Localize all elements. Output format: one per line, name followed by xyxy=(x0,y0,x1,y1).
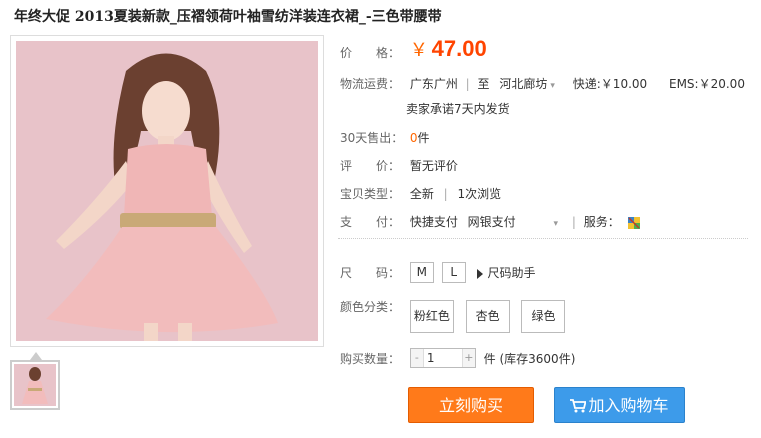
payment-method-quick: 快捷支付 xyxy=(409,215,458,229)
add-to-cart-label: 加入购物车 xyxy=(588,396,669,415)
shipping-promise: 卖家承诺7天内发货 xyxy=(406,102,510,116)
sold-row: 30天售出： 0件 xyxy=(340,129,429,146)
buy-now-button[interactable]: 立刻购买 xyxy=(408,387,534,423)
review-value: 暂无评价 xyxy=(409,159,458,173)
shipping-to-label: 至 xyxy=(477,77,490,91)
price-label: 价 格： xyxy=(340,46,401,60)
express-fee: 快递:￥10.00 xyxy=(572,77,648,91)
shipping-destination-select[interactable]: 河北廊坊 ▾ xyxy=(499,77,555,91)
shipping-separator: | xyxy=(465,77,470,91)
quantity-input[interactable]: 1 xyxy=(427,350,435,367)
service-label: 服务： xyxy=(583,215,620,229)
price-value: 47.00 xyxy=(431,36,487,61)
item-condition: 全新 xyxy=(409,187,434,201)
payment-row: 支 付： 快捷支付 网银支付 ▾ | 服务： xyxy=(340,213,640,230)
quantity-label: 购买数量： xyxy=(340,351,401,366)
quantity-increase-button[interactable]: + xyxy=(461,349,475,367)
service-guarantee-icon[interactable] xyxy=(627,216,640,229)
size-row: 尺 码： M L 尺码助手 xyxy=(340,262,536,283)
divider xyxy=(338,238,748,239)
product-photo-illustration xyxy=(16,41,318,341)
shipping-destination: 河北廊坊 xyxy=(499,77,548,91)
add-to-cart-button[interactable]: 加入购物车 xyxy=(554,387,685,423)
item-type-label: 宝贝类型： xyxy=(340,187,401,201)
payment-separator: | xyxy=(571,215,576,229)
product-title: 年终大促 2013夏装新款_压褶领荷叶袖雪纺洋装连衣裙_-三色带腰带 xyxy=(14,9,442,25)
size-label: 尺 码： xyxy=(340,266,401,280)
arrow-right-icon xyxy=(477,268,484,279)
thumbnail-pointer xyxy=(30,352,42,360)
sold-unit: 件 xyxy=(417,131,430,145)
payment-method-bank: 网银支付 xyxy=(467,215,516,229)
thumbnail-image[interactable] xyxy=(10,360,60,410)
item-views: 1次浏览 xyxy=(457,187,502,201)
color-label: 颜色分类： xyxy=(340,300,401,314)
color-row: 颜色分类： 粉红色 杏色 绿色 xyxy=(340,300,573,333)
ems-fee: EMS:￥20.00 xyxy=(669,77,745,91)
price-row: 价 格： ￥ 47.00 xyxy=(340,36,487,62)
color-option-green[interactable]: 绿色 xyxy=(521,300,566,333)
payment-label: 支 付： xyxy=(340,215,401,229)
item-type-row: 宝贝类型： 全新 | 1次浏览 xyxy=(340,185,501,202)
size-helper-link[interactable]: 尺码助手 xyxy=(473,266,536,280)
chevron-down-icon: ▾ xyxy=(550,81,555,91)
review-row: 评 价： 暂无评价 xyxy=(340,157,458,174)
color-option-pink[interactable]: 粉红色 xyxy=(409,300,454,333)
quantity-stepper[interactable]: - 1 + xyxy=(409,348,476,368)
thumbnail-illustration xyxy=(14,364,56,406)
item-type-separator: | xyxy=(443,187,448,201)
quantity-decrease-button[interactable]: - xyxy=(410,349,424,367)
review-label: 评 价： xyxy=(340,159,401,173)
payment-dropdown-icon[interactable]: ▾ xyxy=(554,219,559,229)
sold-label: 30天售出： xyxy=(340,131,404,145)
size-option-l[interactable]: L xyxy=(441,262,466,283)
size-option-m[interactable]: M xyxy=(409,262,434,283)
price-currency: ￥ xyxy=(409,40,428,61)
color-option-apricot[interactable]: 杏色 xyxy=(465,300,510,333)
shipping-from: 广东广州 xyxy=(409,77,458,91)
main-product-image[interactable] xyxy=(10,35,324,347)
shipping-label: 物流运费： xyxy=(340,77,401,91)
quantity-row: 购买数量： - 1 + 件 (库存3600件) xyxy=(340,348,575,368)
size-helper-label: 尺码助手 xyxy=(487,266,536,280)
shipping-row: 物流运费： 广东广州 | 至 河北廊坊 ▾ 快递:￥10.00 EMS:￥20.0… xyxy=(340,75,745,92)
cart-icon xyxy=(570,399,588,413)
quantity-stock: 件 (库存3600件) xyxy=(483,351,576,366)
